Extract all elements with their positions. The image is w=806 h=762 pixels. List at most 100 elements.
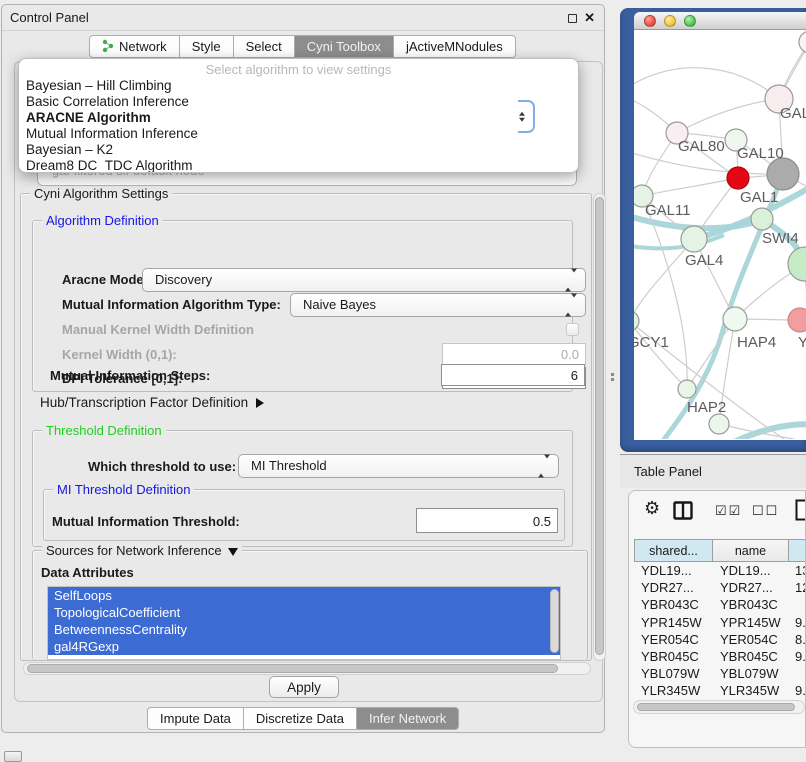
close-icon[interactable]: ✕ <box>584 10 595 26</box>
data-attributes-label: Data Attributes <box>41 565 134 580</box>
data-attribute-item[interactable]: BetweennessCentrality <box>48 621 560 638</box>
settings-vertical-scrollbar[interactable] <box>593 193 606 661</box>
tab-label: Discretize Data <box>256 711 344 726</box>
network-node[interactable] <box>727 167 749 189</box>
tab-jactivemnodules[interactable]: jActiveMNodules <box>394 35 516 58</box>
tab-label: Style <box>192 39 221 54</box>
zoom-traffic-light-icon[interactable] <box>684 15 696 27</box>
table-horizontal-scrollbar[interactable] <box>633 700 805 714</box>
mi-algorithm-type-label: Mutual Information Algorithm Type: <box>62 297 281 312</box>
algorithm-option[interactable]: Mutual Information Inference <box>19 126 578 142</box>
network-window-titlebar[interactable] <box>634 12 806 30</box>
kernel-width-field[interactable]: 0.0 <box>442 343 586 365</box>
table-cell: YDL19... <box>634 562 713 579</box>
network-node[interactable] <box>751 208 773 230</box>
splitter-handle[interactable] <box>611 373 614 376</box>
table-cell: YDR27... <box>713 579 789 596</box>
focused-combo-fragment[interactable] <box>518 100 535 133</box>
algorithm-dropdown-options: Bayesian – Hill ClimbingBasic Correlatio… <box>19 78 578 173</box>
table-cell: 9. <box>789 682 806 699</box>
list-scrollbar-thumb[interactable] <box>550 589 559 653</box>
sources-toggle[interactable]: Sources for Network Inference <box>42 543 242 558</box>
threshold-definition-title: Threshold Definition <box>42 423 166 438</box>
network-node[interactable] <box>723 307 747 331</box>
tab-infer-network[interactable]: Infer Network <box>357 707 459 730</box>
algorithm-option[interactable]: Bayesian – K2 <box>19 142 578 158</box>
tab-impute-data[interactable]: Impute Data <box>147 707 244 730</box>
table-row[interactable]: YDR27...YDR27...12 <box>634 579 806 596</box>
float-window-icon[interactable] <box>568 14 577 23</box>
network-node[interactable] <box>788 247 806 281</box>
table-cell: YER054C <box>713 631 789 648</box>
column-header-partial[interactable] <box>789 539 806 562</box>
collapsed-panel-button[interactable] <box>4 751 22 762</box>
control-panel-titlebar: Control Panel ✕ <box>2 5 604 31</box>
table-scrollbar-thumb[interactable] <box>637 703 795 711</box>
network-node[interactable] <box>767 158 799 190</box>
tab-network[interactable]: Network <box>89 35 180 58</box>
settings-group-title: Cyni Algorithm Settings <box>30 186 172 201</box>
vertical-scrollbar-thumb[interactable] <box>595 197 604 655</box>
checked-boxes-icon[interactable]: ☑☑ <box>715 503 742 519</box>
tab-cyni-toolbox[interactable]: Cyni Toolbox <box>295 35 394 58</box>
tab-select[interactable]: Select <box>234 35 295 58</box>
table-cell: YPR145W <box>634 614 713 631</box>
tab-label: Select <box>246 39 282 54</box>
settings-horizontal-scrollbar[interactable] <box>23 662 591 675</box>
table-row[interactable]: YLR345WYLR345W9. <box>634 682 806 699</box>
data-attribute-item[interactable]: gal4RGexp <box>48 638 560 655</box>
mi-steps-field[interactable]: 6 <box>441 364 585 386</box>
table-row[interactable]: YER054CYER054C8. <box>634 631 806 648</box>
data-attribute-item[interactable]: SelfLoops <box>48 587 560 604</box>
mi-threshold-label: Mutual Information Threshold: <box>52 514 240 529</box>
algorithm-option[interactable]: Bayesian – Hill Climbing <box>19 78 578 94</box>
gear-icon[interactable]: ⚙ <box>644 498 660 519</box>
kernel-width-value: 0.0 <box>561 347 579 362</box>
node-label: HAP4 <box>737 334 776 351</box>
which-threshold-combo[interactable]: MI Threshold <box>238 454 559 478</box>
manual-kernel-width-checkbox[interactable] <box>566 323 579 336</box>
network-canvas[interactable]: GALGAL80GAL10GAL1GAL11SWI4GAL4GCY1HAP4YH… <box>634 30 806 439</box>
table-row[interactable]: YPR145WYPR145W9. <box>634 614 806 631</box>
mi-threshold-value: 0.5 <box>533 514 551 529</box>
data-attribute-item[interactable]: TopologicalCoefficient <box>48 604 560 621</box>
algorithm-option[interactable]: Dream8 DC_TDC Algorithm <box>19 158 578 173</box>
algorithm-option[interactable]: ARACNE Algorithm <box>19 110 578 126</box>
node-label: GCY1 <box>634 334 669 351</box>
node-label: GAL80 <box>678 138 725 155</box>
document-icon[interactable] <box>795 499 806 524</box>
column-header-name[interactable]: name <box>713 539 789 562</box>
network-node[interactable] <box>709 414 729 434</box>
split-columns-icon[interactable] <box>673 501 693 523</box>
network-node[interactable] <box>799 31 806 53</box>
hub-definition-toggle[interactable]: Hub/Transcription Factor Definition <box>40 395 264 410</box>
mi-threshold-field[interactable]: 0.5 <box>416 508 558 533</box>
network-node[interactable] <box>681 226 707 252</box>
column-header-shared-name[interactable]: shared... <box>634 539 713 562</box>
node-label: GAL1 <box>740 189 778 206</box>
algorithm-option[interactable]: Basic Correlation Inference <box>19 94 578 110</box>
tab-label: Infer Network <box>369 711 446 726</box>
table-row[interactable]: YBR043CYBR043C <box>634 596 806 613</box>
network-node[interactable] <box>788 308 806 332</box>
unchecked-boxes-icon[interactable]: ☐☐ <box>752 503 779 519</box>
table-row[interactable]: YBL079WYBL079W <box>634 665 806 682</box>
table-row[interactable]: YDL19...YDL19...13 <box>634 562 806 579</box>
table-row[interactable]: YBR045CYBR045C9. <box>634 648 806 665</box>
close-traffic-light-icon[interactable] <box>644 15 656 27</box>
table-cell: YLR345W <box>713 682 789 699</box>
tab-discretize-data[interactable]: Discretize Data <box>244 707 357 730</box>
aracne-mode-value: Discovery <box>155 272 212 287</box>
aracne-mode-combo[interactable]: Discovery <box>142 268 586 292</box>
table-cell <box>789 665 806 682</box>
horizontal-scrollbar-thumb[interactable] <box>27 664 558 673</box>
combo-stepper-icon <box>565 273 577 288</box>
minimize-traffic-light-icon[interactable] <box>664 15 676 27</box>
algorithm-definition-title: Algorithm Definition <box>42 213 163 228</box>
network-node[interactable] <box>678 380 696 398</box>
mi-algorithm-type-combo[interactable]: Naive Bayes <box>290 293 586 317</box>
tab-style[interactable]: Style <box>180 35 234 58</box>
table-cell: YBR043C <box>713 596 789 613</box>
apply-button[interactable]: Apply <box>269 676 339 698</box>
mi-steps-label: Mutual Information Steps: <box>50 368 210 383</box>
